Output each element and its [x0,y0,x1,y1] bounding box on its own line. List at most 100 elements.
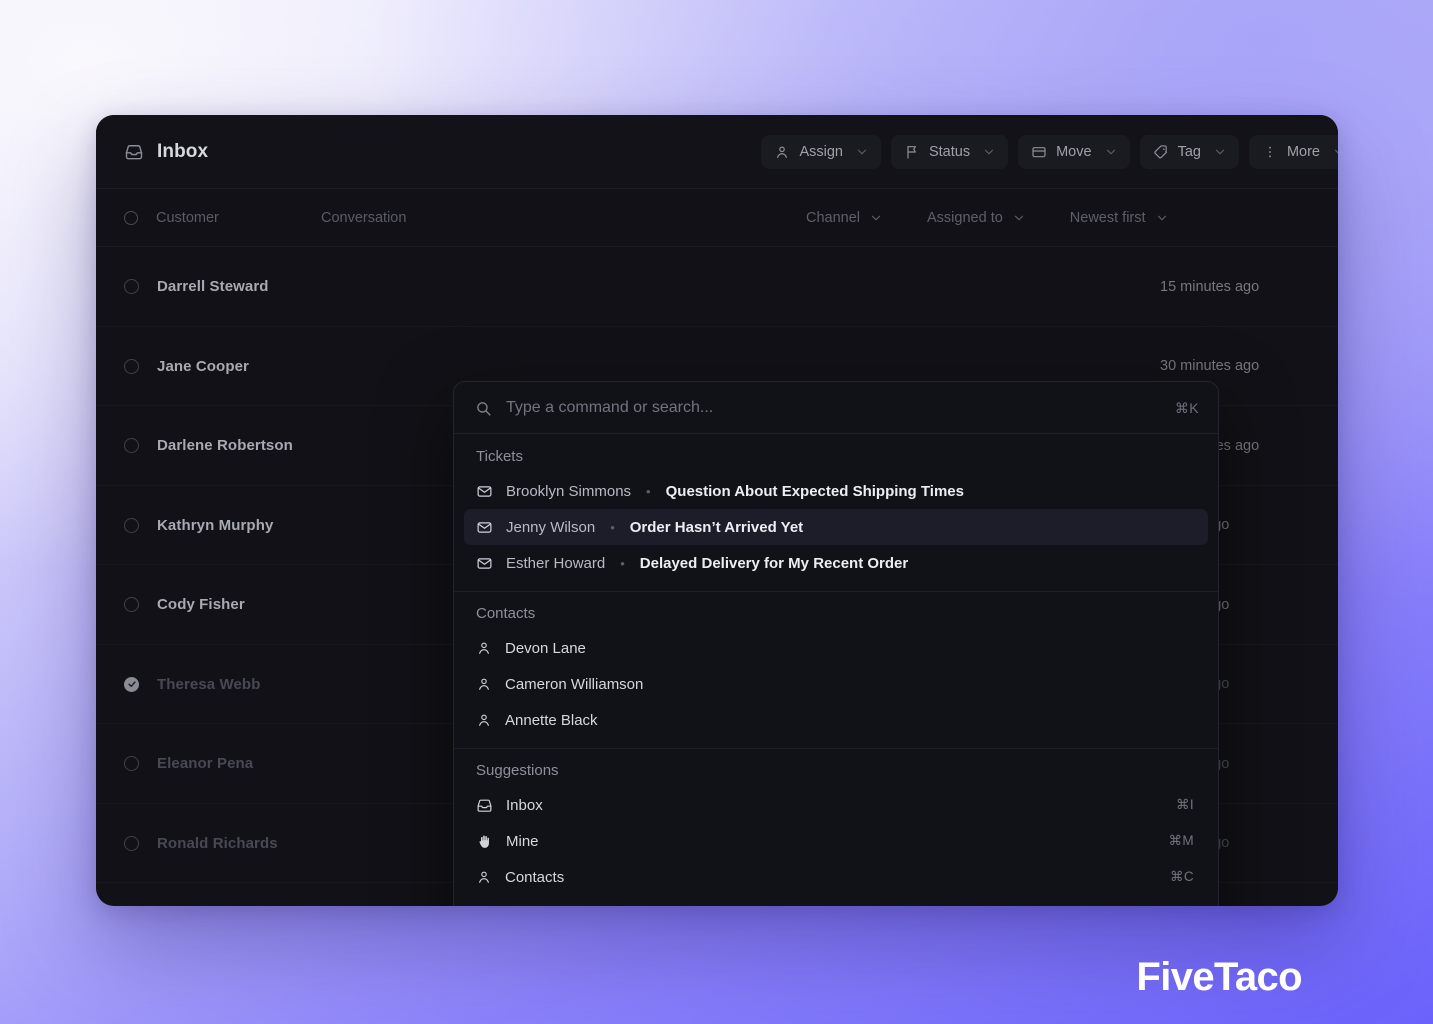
select-all-radio[interactable] [124,211,138,225]
header-toolbar: Assign Status Move Tag More [761,135,1338,169]
search-shortcut-hint: ⌘K [1174,399,1199,416]
folder-icon [1031,144,1047,160]
app-header: Inbox Assign Status Move Tag More [96,115,1338,189]
ticket-contact-name: Brooklyn Simmons [506,482,632,500]
tag-icon [1153,144,1169,160]
palette-section-tickets: Tickets Brooklyn Simmons • Question Abou… [454,434,1218,591]
separator-dot: • [620,555,625,571]
search-icon [475,400,492,417]
page-title-label: Inbox [157,141,209,162]
suggestion-label: Mine [506,832,539,850]
status-label: Status [928,144,971,160]
palette-ticket-item[interactable]: Jenny Wilson • Order Hasn’t Arrived Yet [464,509,1208,545]
move-label: Move [1056,144,1092,160]
user-icon [476,869,492,885]
ticket-contact-name: Esther Howard [506,554,606,572]
tag-label: Tag [1177,144,1201,160]
move-button[interactable]: Move [1018,135,1130,169]
filter-assigned-to-label: Assigned to [927,210,1003,226]
row-timestamp: 30 minutes ago [1160,358,1260,375]
palette-contact-item[interactable]: Annette Black [464,702,1208,738]
palette-ticket-item[interactable]: Esther Howard • Delayed Delivery for My … [464,545,1208,581]
column-header-customer: Customer [156,210,219,226]
row-customer-name: Cody Fisher [157,596,245,614]
row-select-radio[interactable] [124,756,139,772]
chevron-down-icon [1155,211,1169,225]
row-select-radio[interactable] [124,279,139,295]
contact-name: Annette Black [505,711,598,729]
ticket-contact-name: Jenny Wilson [506,518,596,536]
row-select-radio[interactable] [124,517,139,533]
palette-contact-item[interactable]: Devon Lane [464,630,1208,666]
filter-sort-order[interactable]: Newest first [1070,210,1169,226]
row-customer-name: Ronald Richards [157,834,278,852]
chevron-down-icon [1012,211,1026,225]
brand-logo: FiveTaco [1136,955,1302,999]
mail-icon [476,519,493,536]
flag-icon [904,144,920,160]
palette-section-contacts: Contacts Devon Lane Cameron Williamson A… [454,591,1218,748]
row-select-radio[interactable] [124,835,139,851]
chevron-down-icon [982,145,996,159]
chevron-down-icon [855,145,869,159]
suggestion-shortcut: ⌘I [1175,797,1194,812]
row-customer-name: Eleanor Pena [157,755,254,773]
inbox-icon [476,797,493,814]
status-button[interactable]: Status [890,135,1009,169]
mail-icon [476,483,493,500]
ticket-subject: Question About Expected Shipping Times [665,482,964,500]
contact-name: Devon Lane [505,639,586,657]
contact-name: Cameron Williamson [505,675,644,693]
user-icon [774,144,790,160]
search-input[interactable] [506,399,1161,417]
command-palette: ⌘K Tickets Brooklyn Simmons • Question A… [453,381,1219,906]
user-icon [476,676,492,692]
filter-channel-label: Channel [806,210,861,226]
section-title: Contacts [476,605,536,622]
palette-suggestion-inbox[interactable]: Inbox ⌘I [464,787,1208,823]
row-customer-name: Kathryn Murphy [157,516,274,534]
inbox-icon [124,142,144,162]
palette-suggestion-top-issues[interactable]: Top Issues ⌘T [464,895,1208,907]
row-customer-name: Darrell Steward [157,278,269,296]
command-palette-search-bar: ⌘K [454,382,1218,434]
layers-icon [476,905,493,907]
ticket-subject: Delayed Delivery for My Recent Order [639,554,909,572]
row-select-radio[interactable] [124,438,139,454]
chevron-down-icon [1104,145,1118,159]
column-filters: Channel Assigned to Newest first [806,210,1169,226]
row-customer-name: Jane Cooper [157,357,249,375]
more-button[interactable]: More [1248,135,1338,169]
user-icon [476,640,492,656]
palette-section-suggestions: Suggestions Inbox ⌘I Mine ⌘M Contacts ⌘C [454,748,1218,906]
filter-sort-order-label: Newest first [1069,210,1146,226]
palette-suggestion-contacts[interactable]: Contacts ⌘C [464,859,1208,895]
row-select-radio[interactable] [124,358,139,374]
table-row[interactable]: Darrell Steward 15 minutes ago [96,247,1338,327]
hand-icon [476,833,493,850]
row-customer-name: Darlene Robertson [157,437,293,455]
separator-dot: • [646,483,651,499]
filter-channel[interactable]: Channel [806,210,883,226]
palette-contact-item[interactable]: Cameron Williamson [464,666,1208,702]
ticket-subject: Order Hasn’t Arrived Yet [629,518,804,536]
more-label: More [1286,144,1320,160]
page-title: Inbox [124,141,208,163]
assign-button[interactable]: Assign [761,135,881,169]
suggestion-shortcut: ⌘T [1171,905,1194,906]
palette-ticket-item[interactable]: Brooklyn Simmons • Question About Expect… [464,473,1208,509]
row-select-radio[interactable] [124,597,139,613]
tag-button[interactable]: Tag [1139,135,1239,169]
filter-assigned-to[interactable]: Assigned to [927,210,1026,226]
suggestion-label: Inbox [506,796,543,814]
dots-vertical-icon [1262,144,1278,160]
row-select-radio[interactable] [124,676,139,692]
user-icon [476,712,492,728]
suggestion-shortcut: ⌘M [1168,833,1194,848]
palette-suggestion-mine[interactable]: Mine ⌘M [464,823,1208,859]
section-title: Suggestions [476,762,559,779]
separator-dot: • [610,519,615,535]
table-column-header: Customer Conversation Channel Assigned t… [96,189,1338,247]
chevron-down-icon [869,211,883,225]
chevron-down-icon [1213,145,1227,159]
